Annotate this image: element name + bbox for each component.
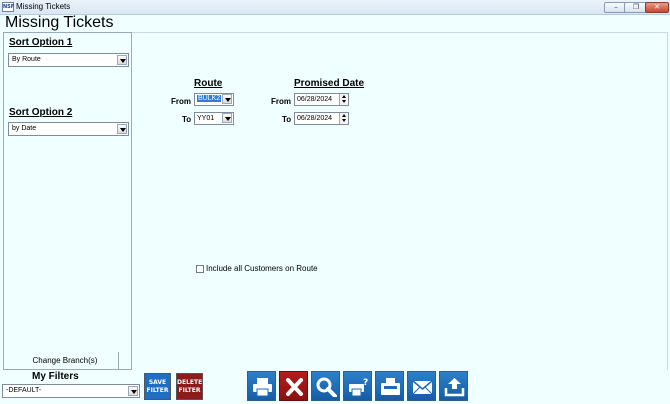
route-from-label: From (171, 97, 191, 106)
window-titlebar: NSF Missing Tickets – ❐ ✕ (0, 0, 670, 15)
chevron-down-icon[interactable] (222, 113, 232, 123)
delete-filter-button[interactable]: DELETE FILTER (176, 373, 203, 400)
window-title: Missing Tickets (16, 2, 71, 11)
export-upload-icon (444, 378, 465, 397)
promised-from-value: 06/28/2024 (297, 96, 333, 103)
my-filters-title: My Filters (32, 371, 79, 382)
page-title: Missing Tickets (5, 14, 114, 31)
close-icon[interactable]: ✕ (645, 2, 669, 13)
promised-to-date[interactable]: 06/28/2024 (294, 112, 349, 125)
cancel-x-icon (286, 378, 303, 396)
save-filter-button[interactable]: SAVE FILTER (144, 373, 171, 400)
sort-option-1-select[interactable]: By Route (8, 53, 129, 67)
promised-date-heading: Promised Date (294, 78, 365, 89)
promised-from-label: From (271, 97, 291, 106)
sort-option-2-select[interactable]: by Date (8, 122, 129, 136)
sort-sidebar: Sort Option 1 By Route Sort Option 2 by … (3, 32, 132, 370)
print-preview-icon: ? (349, 378, 368, 397)
email-button[interactable] (407, 371, 436, 401)
my-filters-value: -DEFAULT- (6, 387, 42, 394)
print-button[interactable] (247, 371, 276, 401)
change-branch-button[interactable]: Change Branch(s) (12, 352, 119, 369)
chevron-down-icon[interactable] (222, 94, 232, 104)
chevron-down-icon[interactable] (128, 386, 138, 396)
promised-to-label: To (282, 115, 292, 124)
fax-button[interactable] (375, 371, 404, 401)
magnifier-icon (316, 377, 337, 397)
print-preview-button[interactable]: ? (343, 371, 372, 401)
route-heading: Route (194, 78, 223, 89)
route-to-select[interactable]: YY01 (194, 112, 234, 125)
route-from-value: BULK2 (197, 95, 222, 102)
include-all-customers-label: Include all Customers on Route (206, 264, 318, 273)
chevron-down-icon[interactable] (117, 124, 127, 134)
include-all-customers-checkbox[interactable] (196, 265, 204, 273)
sort-option-2-value: by Date (12, 125, 37, 132)
fax-icon (381, 378, 400, 395)
app-logo-icon: NSF (2, 2, 15, 12)
promised-to-value: 06/28/2024 (297, 115, 333, 122)
cancel-button[interactable] (279, 371, 308, 401)
my-filters-select[interactable]: -DEFAULT- (2, 384, 140, 398)
spinner-icon[interactable] (339, 94, 348, 105)
chevron-down-icon[interactable] (117, 55, 127, 65)
route-from-select[interactable]: BULK2 (194, 93, 234, 106)
search-button[interactable] (311, 371, 340, 401)
sort-option-1-title: Sort Option 1 (9, 37, 73, 48)
sort-option-2-title: Sort Option 2 (9, 107, 73, 118)
svg-text:?: ? (363, 378, 368, 388)
route-to-value: YY01 (197, 115, 215, 122)
route-to-label: To (182, 115, 192, 124)
promised-from-date[interactable]: 06/28/2024 (294, 93, 349, 106)
export-button[interactable] (439, 371, 468, 401)
spinner-icon[interactable] (339, 113, 348, 124)
sort-option-1-value: By Route (12, 56, 41, 63)
printer-icon (253, 378, 272, 397)
email-icon (412, 380, 433, 395)
